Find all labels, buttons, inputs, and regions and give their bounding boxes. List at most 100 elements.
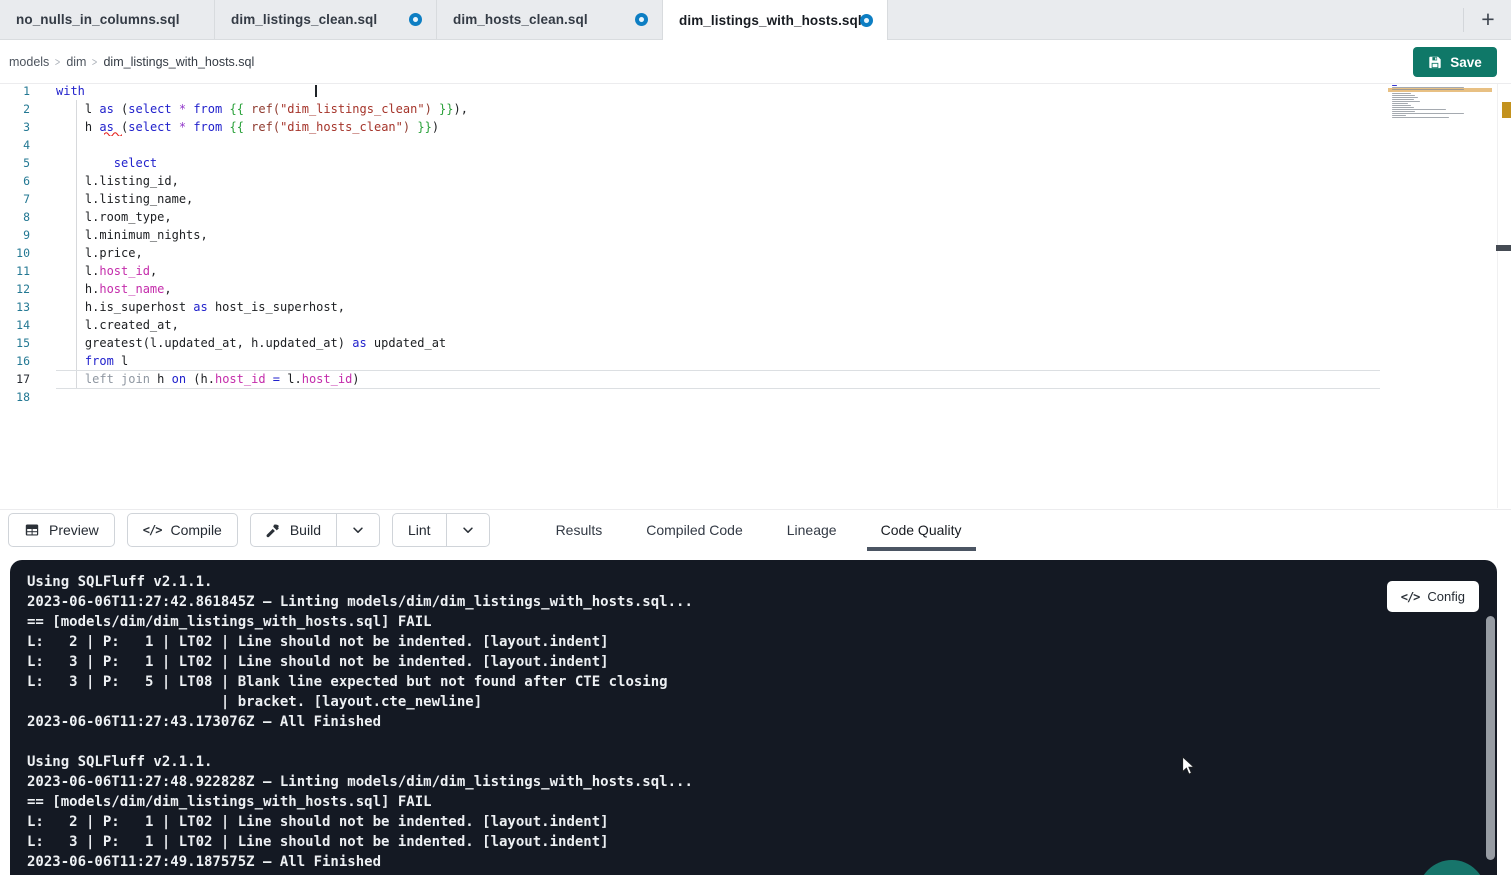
- line-number: 3: [0, 120, 30, 134]
- file-tab[interactable]: dim_listings_clean.sql: [215, 0, 437, 39]
- config-button[interactable]: </> Config: [1387, 581, 1479, 612]
- file-tab-bar: no_nulls_in_columns.sql dim_listings_clea…: [0, 0, 1511, 40]
- code-line-text: h.is_superhost as host_is_superhost,: [56, 298, 345, 316]
- code-line-text: select: [56, 154, 157, 172]
- code-line: 16 from l: [0, 352, 1380, 370]
- code-line-text: l as (select * from {{ ref("dim_listings…: [56, 100, 468, 118]
- breadcrumb-chevron-icon: >: [92, 55, 97, 69]
- code-line-text: greatest(l.updated_at, h.updated_at) as …: [56, 334, 446, 352]
- line-number: 18: [0, 390, 30, 404]
- editor-scrollbar-thumb[interactable]: [1496, 245, 1511, 251]
- panel-tab-results[interactable]: Results: [542, 510, 617, 551]
- line-number: 7: [0, 192, 30, 206]
- file-tab-label: dim_listings_clean.sql: [231, 12, 377, 27]
- file-tab-label: dim_hosts_clean.sql: [453, 12, 588, 27]
- breadcrumb-item[interactable]: dim: [66, 55, 86, 69]
- build-button[interactable]: Build: [251, 514, 337, 546]
- code-line: 18: [0, 388, 1380, 406]
- lint-split-button: Lint: [392, 513, 490, 547]
- minimap-line: [1392, 89, 1464, 90]
- line-number: 9: [0, 228, 30, 242]
- minimap[interactable]: [1390, 85, 1464, 125]
- breadcrumb-item[interactable]: dim_listings_with_hosts.sql: [103, 55, 254, 69]
- line-number: 13: [0, 300, 30, 314]
- action-toolbar: Preview </> Compile Build Lint: [0, 509, 1511, 550]
- code-line-text: with: [56, 82, 85, 100]
- text-cursor: [315, 85, 317, 97]
- line-number: 11: [0, 264, 30, 278]
- code-line-text: l.created_at,: [56, 316, 179, 334]
- line-number: 8: [0, 210, 30, 224]
- code-line-text: from l: [56, 352, 128, 370]
- breadcrumb-chevron-icon: >: [55, 55, 60, 69]
- code-brackets-icon: </>: [143, 523, 162, 537]
- file-tab[interactable]: dim_hosts_clean.sql: [437, 0, 663, 39]
- table-grid-icon: [24, 522, 40, 538]
- code-line-text: l.listing_id,: [56, 172, 179, 190]
- file-tab[interactable]: dim_listings_with_hosts.sql: [663, 0, 888, 40]
- file-tabs: no_nulls_in_columns.sql dim_listings_clea…: [0, 0, 888, 39]
- code-line: 5 select: [0, 154, 1380, 172]
- chevron-down-icon: [351, 523, 365, 537]
- lint-button[interactable]: Lint: [393, 514, 447, 546]
- line-number: 6: [0, 174, 30, 188]
- panel-tabs: Results Compiled Code Lineage Code Quality: [534, 510, 984, 551]
- line-number: 10: [0, 246, 30, 260]
- terminal-scrollbar-thumb[interactable]: [1486, 616, 1495, 860]
- scrollbar-warning-marker: [1502, 102, 1511, 118]
- compile-button[interactable]: </> Compile: [127, 513, 238, 547]
- line-number: 16: [0, 354, 30, 368]
- code-line: 15 greatest(l.updated_at, h.updated_at) …: [0, 334, 1380, 352]
- code-line: 3 h as (select * from {{ ref("dim_hosts_…: [0, 118, 1380, 136]
- build-menu-button[interactable]: [337, 514, 379, 546]
- lint-button-label: Lint: [408, 522, 431, 538]
- modified-dot-icon: [409, 13, 422, 26]
- code-brackets-icon: </>: [1401, 590, 1420, 604]
- file-tab-label: dim_listings_with_hosts.sql: [679, 13, 862, 28]
- preview-button[interactable]: Preview: [8, 513, 115, 547]
- line-number: 1: [0, 84, 30, 98]
- build-split-button: Build: [250, 513, 380, 547]
- mouse-cursor: [1181, 755, 1197, 777]
- code-line: 12 h.host_name,: [0, 280, 1380, 298]
- preview-button-label: Preview: [49, 522, 99, 538]
- line-number: 15: [0, 336, 30, 350]
- breadcrumb-bar: models > dim > dim_listings_with_hosts.sql S…: [0, 40, 1511, 84]
- code-line-text: h.host_name,: [56, 280, 172, 298]
- lint-menu-button[interactable]: [447, 514, 489, 546]
- code-line: 8 l.room_type,: [0, 208, 1380, 226]
- config-button-label: Config: [1427, 589, 1465, 604]
- editor-scrollbar-track: [1497, 84, 1498, 508]
- file-tab[interactable]: no_nulls_in_columns.sql: [0, 0, 215, 39]
- minimap-line: [1392, 117, 1449, 118]
- code-line: 9 l.minimum_nights,: [0, 226, 1380, 244]
- panel-tab-code-quality[interactable]: Code Quality: [867, 510, 976, 551]
- code-line: 4: [0, 136, 1380, 154]
- breadcrumb-item[interactable]: models: [9, 55, 49, 69]
- floppy-icon: [1428, 55, 1442, 69]
- code-line: 6 l.listing_id,: [0, 172, 1380, 190]
- active-line-highlight: [56, 370, 1380, 389]
- code-line-text: l.listing_name,: [56, 190, 193, 208]
- new-tab-button[interactable]: +: [1473, 5, 1503, 35]
- code-lines[interactable]: 1 with2 l as (select * from {{ ref("dim_l…: [0, 82, 1380, 406]
- chevron-down-icon: [461, 523, 475, 537]
- compile-button-label: Compile: [170, 522, 221, 538]
- line-number: 17: [0, 372, 30, 386]
- lint-error-squiggle: [104, 131, 122, 136]
- panel-tab-compiled-code[interactable]: Compiled Code: [632, 510, 757, 551]
- panel-tab-lineage[interactable]: Lineage: [773, 510, 851, 551]
- code-line: 11 l.host_id,: [0, 262, 1380, 280]
- code-line: 14 l.created_at,: [0, 316, 1380, 334]
- code-line-text: l.price,: [56, 244, 143, 262]
- modified-dot-icon: [860, 14, 873, 27]
- line-number: 4: [0, 138, 30, 152]
- dbt-ide-window: no_nulls_in_columns.sql dim_listings_clea…: [0, 0, 1511, 875]
- code-line: 2 l as (select * from {{ ref("dim_listin…: [0, 100, 1380, 118]
- code-line: 10 l.price,: [0, 244, 1380, 262]
- code-line: 13 h.is_superhost as host_is_superhost,: [0, 298, 1380, 316]
- code-line-text: l.room_type,: [56, 208, 172, 226]
- code-editor[interactable]: 1 with2 l as (select * from {{ ref("dim_l…: [0, 84, 1511, 509]
- save-button[interactable]: Save: [1413, 47, 1497, 77]
- file-tab-label: no_nulls_in_columns.sql: [16, 12, 180, 27]
